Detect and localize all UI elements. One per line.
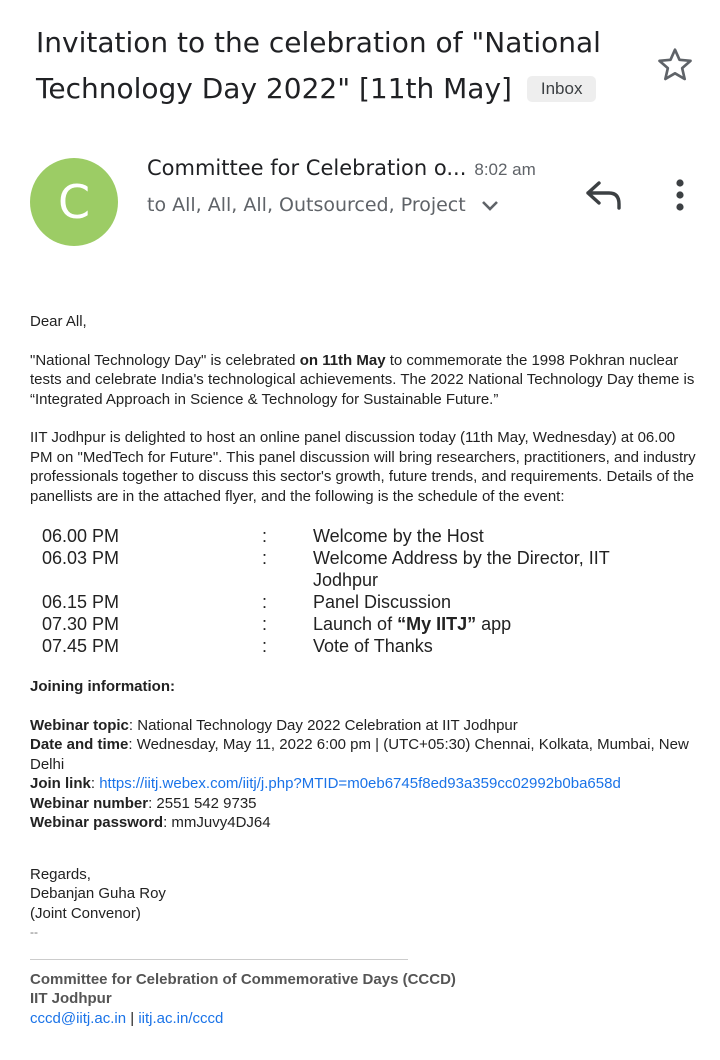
schedule-sep: : xyxy=(262,592,268,612)
signature-contacts: cccd@iitj.ac.in | iitj.ac.in/cccd xyxy=(30,1009,698,1029)
greeting: Dear All, xyxy=(30,313,87,330)
schedule-time: 07.30 PM xyxy=(42,614,120,634)
email-subject: Invitation to the celebration of "Nation… xyxy=(36,20,636,112)
sender-avatar[interactable]: C xyxy=(30,158,118,246)
signature-web-link[interactable]: iitj.ac.in/cccd xyxy=(138,1010,223,1027)
email-body: Dear All, "National Technology Day" is c… xyxy=(30,312,698,1028)
schedule-sep: : xyxy=(262,548,268,568)
joining-heading-text: Joining information: xyxy=(30,678,175,695)
schedule-time: 06.00 PM xyxy=(42,526,120,546)
schedule-desc: Vote of Thanks xyxy=(313,636,433,656)
schedule-desc: Launch of “My IITJ” app xyxy=(313,613,633,635)
schedule-row: 07.45 PM : Vote of Thanks xyxy=(30,635,698,657)
signature-email-link[interactable]: cccd@iitj.ac.in xyxy=(30,1010,126,1027)
topic-label: Webinar topic xyxy=(30,716,129,734)
signer-name: Debanjan Guha Roy xyxy=(30,885,166,902)
subject-title: Invitation to the celebration of "Nation… xyxy=(36,26,601,105)
avatar-letter: C xyxy=(57,175,91,229)
signature-sep: | xyxy=(126,1009,139,1027)
schedule-row: 06.03 PM : Welcome Address by the Direct… xyxy=(30,547,698,591)
signature-org: Committee for Celebration of Commemorati… xyxy=(30,970,456,988)
schedule-sep: : xyxy=(262,526,268,546)
schedule-time: 07.45 PM xyxy=(42,636,120,656)
joining-details: Webinar topic: National Technology Day 2… xyxy=(30,716,698,833)
regards: Regards, xyxy=(30,865,91,883)
schedule-row: 06.15 PM : Panel Discussion xyxy=(30,591,698,613)
chevron-down-icon[interactable] xyxy=(480,199,500,213)
schedule-desc: Welcome by the Host xyxy=(313,526,484,546)
sender-name: Committee for Celebration o... xyxy=(147,156,467,180)
join-link[interactable]: https://iitj.webex.com/iitj/j.php?MTID=m… xyxy=(99,775,621,792)
paragraph-intro: "National Technology Day" is celebrated … xyxy=(30,351,698,410)
signature-inst: IIT Jodhpur xyxy=(30,990,112,1007)
joining-heading: Joining information: xyxy=(30,677,698,697)
date-value: : Wednesday, May 11, 2022 6:00 pm | (UTC… xyxy=(30,736,689,773)
schedule-desc-a: Launch of xyxy=(313,614,398,634)
password-value: : mmJuvy4DJ64 xyxy=(163,814,271,831)
schedule-desc-b: app xyxy=(476,614,512,634)
schedule-row: 07.30 PM : Launch of “My IITJ” app xyxy=(30,613,698,635)
signature-dashes: -- xyxy=(30,925,38,939)
schedule-desc: Panel Discussion xyxy=(313,592,452,612)
star-icon[interactable] xyxy=(655,45,695,85)
schedule-sep: : xyxy=(262,636,268,656)
join-label: Join link xyxy=(30,775,91,792)
reply-icon[interactable] xyxy=(583,178,623,212)
schedule-sep: : xyxy=(262,614,268,634)
recipients-toggle[interactable]: to All, All, All, Outsourced, Project xyxy=(147,194,500,216)
intro-date-bold: on 11th May xyxy=(299,351,386,369)
schedule-time: 06.03 PM xyxy=(42,548,120,568)
signature-block: Committee for Celebration of Commemorati… xyxy=(30,970,698,1029)
topic-value: : National Technology Day 2022 Celebrati… xyxy=(128,716,518,734)
schedule-desc-bold: “My IITJ” xyxy=(397,614,477,634)
signature-divider xyxy=(30,958,408,960)
closing: Regards, Debanjan Guha Roy (Joint Conven… xyxy=(30,865,698,943)
more-vert-icon[interactable] xyxy=(666,178,694,212)
email-time: 8:02 am xyxy=(474,160,536,179)
signer-role: (Joint Convenor) xyxy=(30,904,141,922)
intro-text-a: "National Technology Day" is celebrated xyxy=(30,351,300,369)
schedule-time: 06.15 PM xyxy=(42,592,120,612)
password-label: Webinar password xyxy=(30,814,164,831)
schedule-row: 06.00 PM : Welcome by the Host xyxy=(30,525,698,547)
recipients-text: to All, All, All, Outsourced, Project xyxy=(147,194,466,216)
number-label: Webinar number xyxy=(30,794,149,812)
number-value: : 2551 542 9735 xyxy=(148,794,257,812)
join-sep: : xyxy=(90,775,100,792)
paragraph-event: IIT Jodhpur is delighted to host an onli… xyxy=(30,429,696,505)
event-schedule: 06.00 PM : Welcome by the Host 06.03 PM … xyxy=(30,525,698,657)
inbox-label-badge[interactable]: Inbox xyxy=(526,76,597,102)
schedule-desc: Welcome Address by the Director, IIT Jod… xyxy=(313,548,610,590)
date-label: Date and time xyxy=(30,736,129,753)
sender-line[interactable]: Committee for Celebration o... 8:02 am xyxy=(147,156,536,180)
